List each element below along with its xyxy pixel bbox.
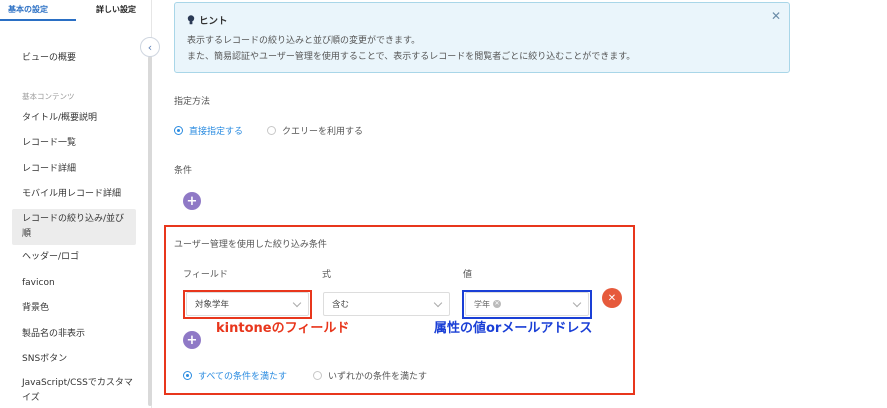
sidebar-item-overview[interactable]: ビューの概要	[22, 51, 138, 66]
sidebar-item-background[interactable]: 背景色	[22, 301, 138, 316]
sidebar: 基本の設定 詳しい設定 ビューの概要 基本コンテンツ タイトル/概要説明 レコー…	[0, 0, 152, 408]
sidebar-scrollbar[interactable]	[148, 56, 152, 406]
sidebar-item-favicon[interactable]: favicon	[22, 276, 138, 291]
sidebar-item-hide-product-name[interactable]: 製品名の非表示	[22, 327, 138, 342]
lightbulb-icon	[187, 15, 195, 25]
radio-match-all[interactable]: すべての条件を満たす	[183, 369, 287, 382]
radio-direct[interactable]: 直接指定する	[174, 124, 243, 137]
sidebar-item-record-detail[interactable]: レコード詳細	[22, 162, 138, 177]
sidebar-item-filter-sort[interactable]: レコードの絞り込み/並び順	[22, 212, 132, 242]
sidebar-item-record-list[interactable]: レコード一覧	[22, 136, 138, 151]
delete-condition-button[interactable]: ✕	[602, 288, 622, 308]
radio-query[interactable]: クエリーを利用する	[267, 124, 363, 137]
hint-text-line1: 表示するレコードの絞り込みと並び順の変更ができます。	[187, 36, 421, 46]
field-highlight	[183, 290, 312, 319]
sidebar-section-label: 基本コンテンツ	[22, 92, 75, 101]
expression-select[interactable]: 含む	[323, 292, 450, 316]
chevron-left-icon[interactable]: ‹	[140, 37, 160, 57]
value-highlight	[462, 290, 592, 319]
sidebar-item-js-css[interactable]: JavaScript/CSSでカスタマイズ	[22, 376, 134, 406]
column-value-label: 値	[463, 270, 473, 280]
close-icon[interactable]: ✕	[771, 9, 781, 23]
sidebar-item-sns[interactable]: SNSボタン	[22, 352, 138, 367]
sidebar-tabs: 基本の設定 詳しい設定	[0, 0, 152, 22]
hint-text-line2: また、簡易認証やユーザー管理を使用することで、表示するレコードを閲覧者ごとに絞り…	[187, 52, 636, 62]
radio-indicator	[313, 371, 322, 380]
tab-basic-settings[interactable]: 基本の設定	[8, 4, 48, 15]
add-condition-button[interactable]: +	[183, 192, 201, 210]
column-expression-label: 式	[322, 270, 332, 280]
sidebar-item-title[interactable]: タイトル/概要説明	[22, 111, 138, 126]
chevron-down-icon	[433, 298, 443, 308]
sidebar-item-header-logo[interactable]: ヘッダー/ロゴ	[22, 250, 138, 265]
add-user-condition-button[interactable]: +	[183, 331, 201, 349]
conditions-label: 条件	[174, 166, 193, 176]
column-field-label: フィールド	[183, 270, 228, 280]
user-filter-title: ユーザー管理を使用した絞り込み条件	[174, 240, 327, 250]
attribute-value-annotation: 属性の値orメールアドレス	[434, 321, 593, 336]
radio-indicator	[183, 371, 192, 380]
active-tab-indicator	[0, 19, 76, 21]
radio-indicator	[267, 126, 276, 135]
radio-indicator	[174, 126, 183, 135]
tab-advanced-settings[interactable]: 詳しい設定	[96, 4, 136, 15]
sidebar-item-mobile-detail[interactable]: モバイル用レコード詳細	[22, 187, 138, 202]
hint-title: ヒント	[199, 16, 228, 27]
hint-box: ヒント ✕ 表示するレコードの絞り込みと並び順の変更ができます。 また、簡易認証…	[174, 2, 790, 73]
kintone-field-annotation: kintoneのフィールド	[216, 321, 350, 336]
method-label: 指定方法	[174, 97, 211, 107]
radio-match-any[interactable]: いずれかの条件を満たす	[313, 369, 427, 382]
